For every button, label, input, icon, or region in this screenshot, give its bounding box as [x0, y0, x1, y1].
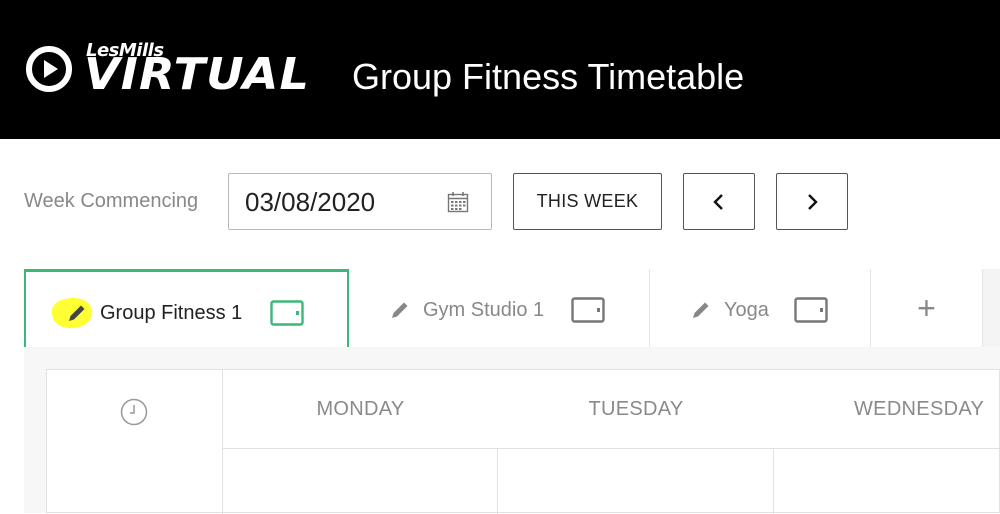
pencil-edit-icon[interactable] [690, 299, 712, 321]
tablet-icon[interactable] [794, 297, 828, 323]
tab-yoga[interactable]: Yoga [650, 269, 871, 347]
chevron-left-icon [713, 193, 723, 210]
tab-label: Group Fitness 1 [100, 302, 243, 324]
app-header: LesMills VIRTUAL Group Fitness Timetable [0, 0, 1000, 139]
week-date-input[interactable]: 03/08/2020 [228, 173, 492, 230]
next-week-button[interactable] [776, 173, 848, 230]
this-week-button[interactable]: THIS WEEK [513, 173, 662, 230]
day-cell-wednesday[interactable] [774, 449, 1000, 514]
timetable-area: MONDAY TUESDAY WEDNESDAY [24, 347, 1000, 514]
page-title: Group Fitness Timetable [352, 56, 745, 97]
chevron-right-icon [808, 193, 818, 210]
previous-week-button[interactable] [683, 173, 755, 230]
day-header-wednesday: WEDNESDAY [774, 370, 1000, 449]
logo-product-text: VIRTUAL [84, 49, 310, 100]
tablet-icon[interactable] [270, 300, 304, 326]
tablet-icon[interactable] [571, 297, 605, 323]
les-mills-virtual-logo: LesMills VIRTUAL [24, 38, 324, 98]
week-commencing-label: Week Commencing [24, 190, 199, 212]
day-header-tuesday: TUESDAY [498, 370, 774, 449]
day-cell-monday[interactable] [223, 449, 498, 514]
week-date-value: 03/08/2020 [245, 187, 376, 217]
day-cell-tuesday[interactable] [498, 449, 774, 514]
clock-icon [120, 398, 148, 426]
pencil-edit-icon[interactable] [389, 299, 411, 321]
day-header-monday: MONDAY [223, 370, 498, 449]
time-column [47, 370, 223, 514]
add-tab-button[interactable]: + [871, 269, 983, 347]
timetable-grid: MONDAY TUESDAY WEDNESDAY [46, 369, 1000, 514]
tab-group-fitness-1[interactable]: Group Fitness 1 [24, 269, 349, 347]
play-circle-logo-icon [26, 46, 72, 92]
pencil-edit-icon[interactable] [66, 302, 88, 324]
studio-tabs: Group Fitness 1 Gym Studio 1 Yoga + [24, 269, 1000, 347]
tab-gym-studio-1[interactable]: Gym Studio 1 [349, 269, 650, 347]
tab-label: Gym Studio 1 [423, 299, 545, 321]
tab-label: Yoga [724, 299, 769, 321]
plus-icon: + [917, 290, 936, 326]
calendar-icon[interactable] [447, 191, 469, 213]
